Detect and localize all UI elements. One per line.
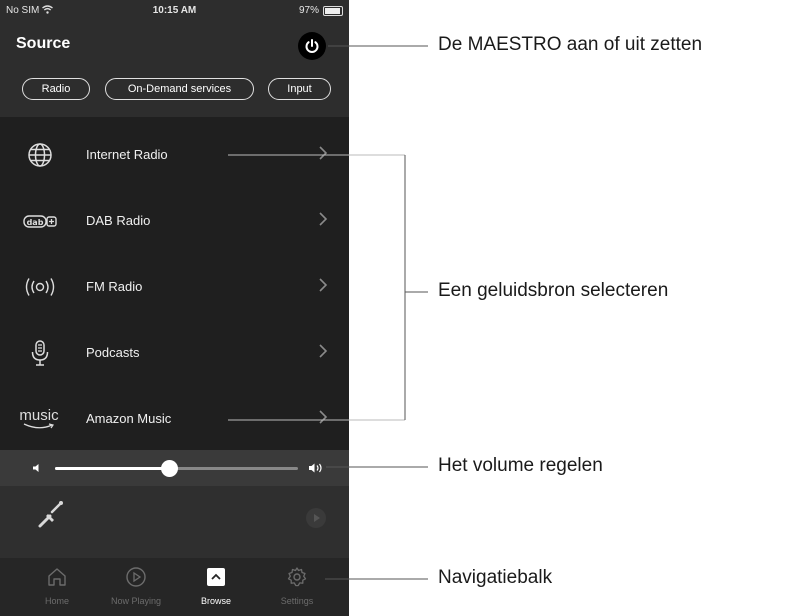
callout-lines bbox=[228, 45, 428, 580]
callout-volume: Het volume regelen bbox=[438, 455, 603, 476]
callout-source: Een geluidsbron selecteren bbox=[438, 280, 669, 301]
callout-power: De MAESTRO aan of uit zetten bbox=[438, 34, 703, 55]
callout-navigation: Navigatiebalk bbox=[438, 567, 553, 588]
